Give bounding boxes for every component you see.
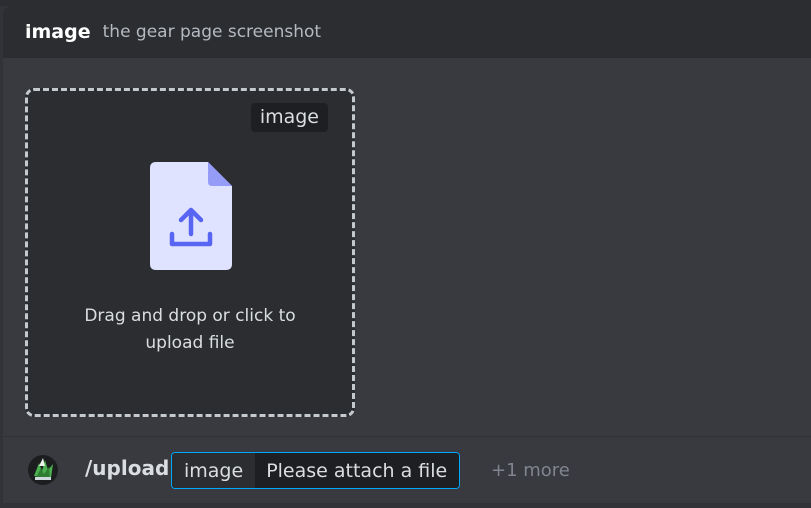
option-description: the gear page screenshot <box>102 22 322 42</box>
command-option-placeholder[interactable]: Please attach a file <box>255 453 460 488</box>
command-option-panel: image the gear page screenshot image Dra… <box>3 6 811 503</box>
option-name: image <box>25 21 91 43</box>
dropzone-instructions: Drag and drop or click to upload file <box>84 306 296 353</box>
dropzone-option-tag: image <box>250 103 328 132</box>
file-upload-icon <box>150 162 232 270</box>
command-name: /upload <box>85 456 170 480</box>
command-bar: /upload image Please attach a file +1 mo… <box>3 437 811 503</box>
avatar <box>28 455 58 485</box>
app-window: image the gear page screenshot image Dra… <box>0 0 811 508</box>
more-options-link[interactable]: +1 more <box>491 460 570 481</box>
option-header: image the gear page screenshot <box>3 6 811 58</box>
command-option-field[interactable]: image Please attach a file <box>171 452 461 489</box>
command-option-name: image <box>172 453 256 488</box>
file-dropzone[interactable]: image Drag and drop or click to upload f… <box>25 88 355 417</box>
